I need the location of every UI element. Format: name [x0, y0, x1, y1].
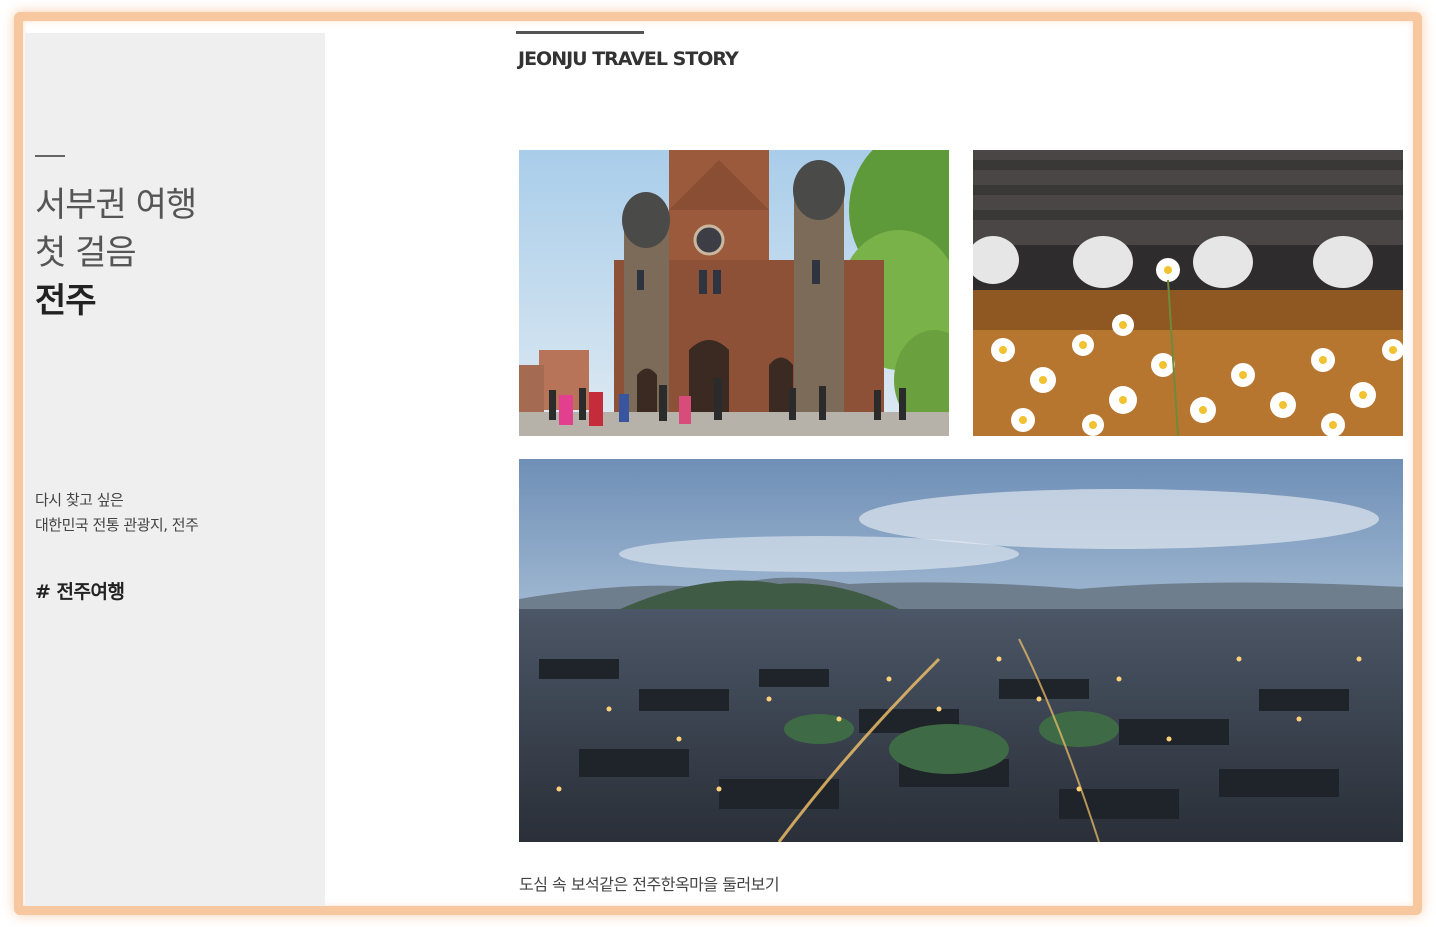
- section-title: JEONJU TRAVEL STORY: [518, 48, 739, 70]
- sidebar-dash-divider: [35, 155, 65, 157]
- description-line-2: 대한민국 전통 관광지, 전주: [35, 516, 199, 534]
- page-frame: 서부권 여행 첫 걸음 전주 다시 찾고 싶은 대한민국 전통 관광지, 전주 …: [14, 12, 1422, 915]
- hashtag-link[interactable]: # 전주여행: [35, 577, 125, 604]
- hanok-village-photo[interactable]: [519, 459, 1403, 842]
- headline-line-1: 서부권 여행: [35, 185, 197, 225]
- sidebar: 서부권 여행 첫 걸음 전주 다시 찾고 싶은 대한민국 전통 관광지, 전주 …: [25, 33, 325, 906]
- flowers-roof-photo[interactable]: [973, 150, 1403, 436]
- section-top-rule: [516, 31, 644, 34]
- photo-caption: 도심 속 보석같은 전주한옥마을 둘러보기: [519, 875, 780, 894]
- description-line-1: 다시 찾고 싶은: [35, 491, 124, 509]
- headline-line-2: 첫 걸음: [35, 233, 137, 273]
- headline-bold: 전주: [35, 281, 97, 321]
- cathedral-photo[interactable]: [519, 150, 949, 436]
